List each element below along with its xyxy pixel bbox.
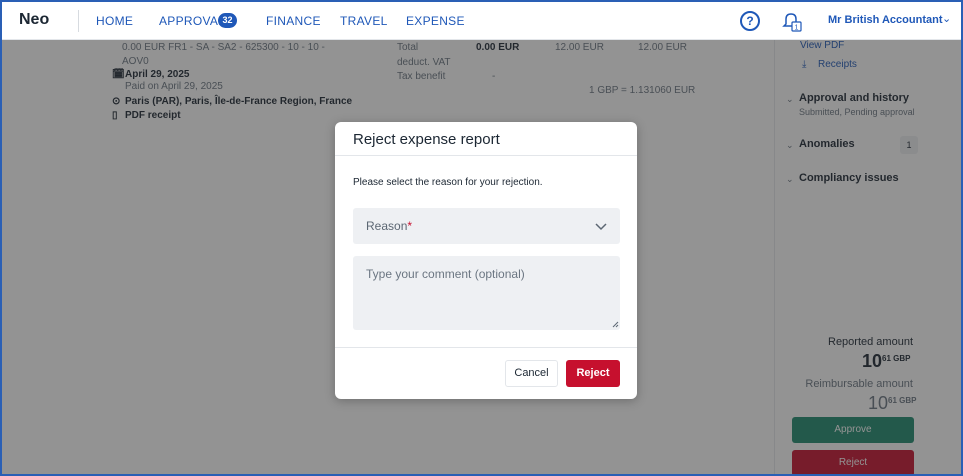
nav-travel[interactable]: TRAVEL [340,14,388,28]
reject-button[interactable]: Reject [566,360,620,387]
chevron-down-icon[interactable]: ⌄ [942,12,951,25]
top-navigation: Neo HOME APPROVAL 32 FINANCE TRAVEL EXPE… [2,2,961,40]
nav-divider [78,10,79,32]
required-asterisk: * [407,219,413,233]
nav-approval[interactable]: APPROVAL [159,14,225,28]
bell-icon[interactable]: 1 [781,11,803,33]
notification-count: 1 [795,25,799,32]
reason-select[interactable]: Reason* [353,208,620,244]
cancel-button[interactable]: Cancel [505,360,558,387]
app-window: Neo HOME APPROVAL 32 FINANCE TRAVEL EXPE… [0,0,963,476]
dialog-instruction: Please select the reason for your reject… [353,177,543,188]
nav-finance[interactable]: FINANCE [266,14,321,28]
approval-count-badge: 32 [218,13,237,28]
brand-logo[interactable]: Neo [19,11,49,29]
nav-expense[interactable]: EXPENSE [406,14,465,28]
dialog-footer-divider [335,347,637,348]
chevron-down-icon[interactable] [592,217,610,235]
dialog-header-divider [335,155,637,156]
dialog-title: Reject expense report [353,131,500,148]
resize-handle-icon[interactable] [611,320,619,328]
nav-home[interactable]: HOME [96,14,133,28]
reason-label: Reason* [366,219,413,233]
reject-expense-dialog: Reject expense report Please select the … [335,122,637,399]
help-icon[interactable]: ? [740,11,760,31]
user-menu-name[interactable]: Mr British Accountant [828,14,943,26]
comment-textarea[interactable] [353,256,620,330]
